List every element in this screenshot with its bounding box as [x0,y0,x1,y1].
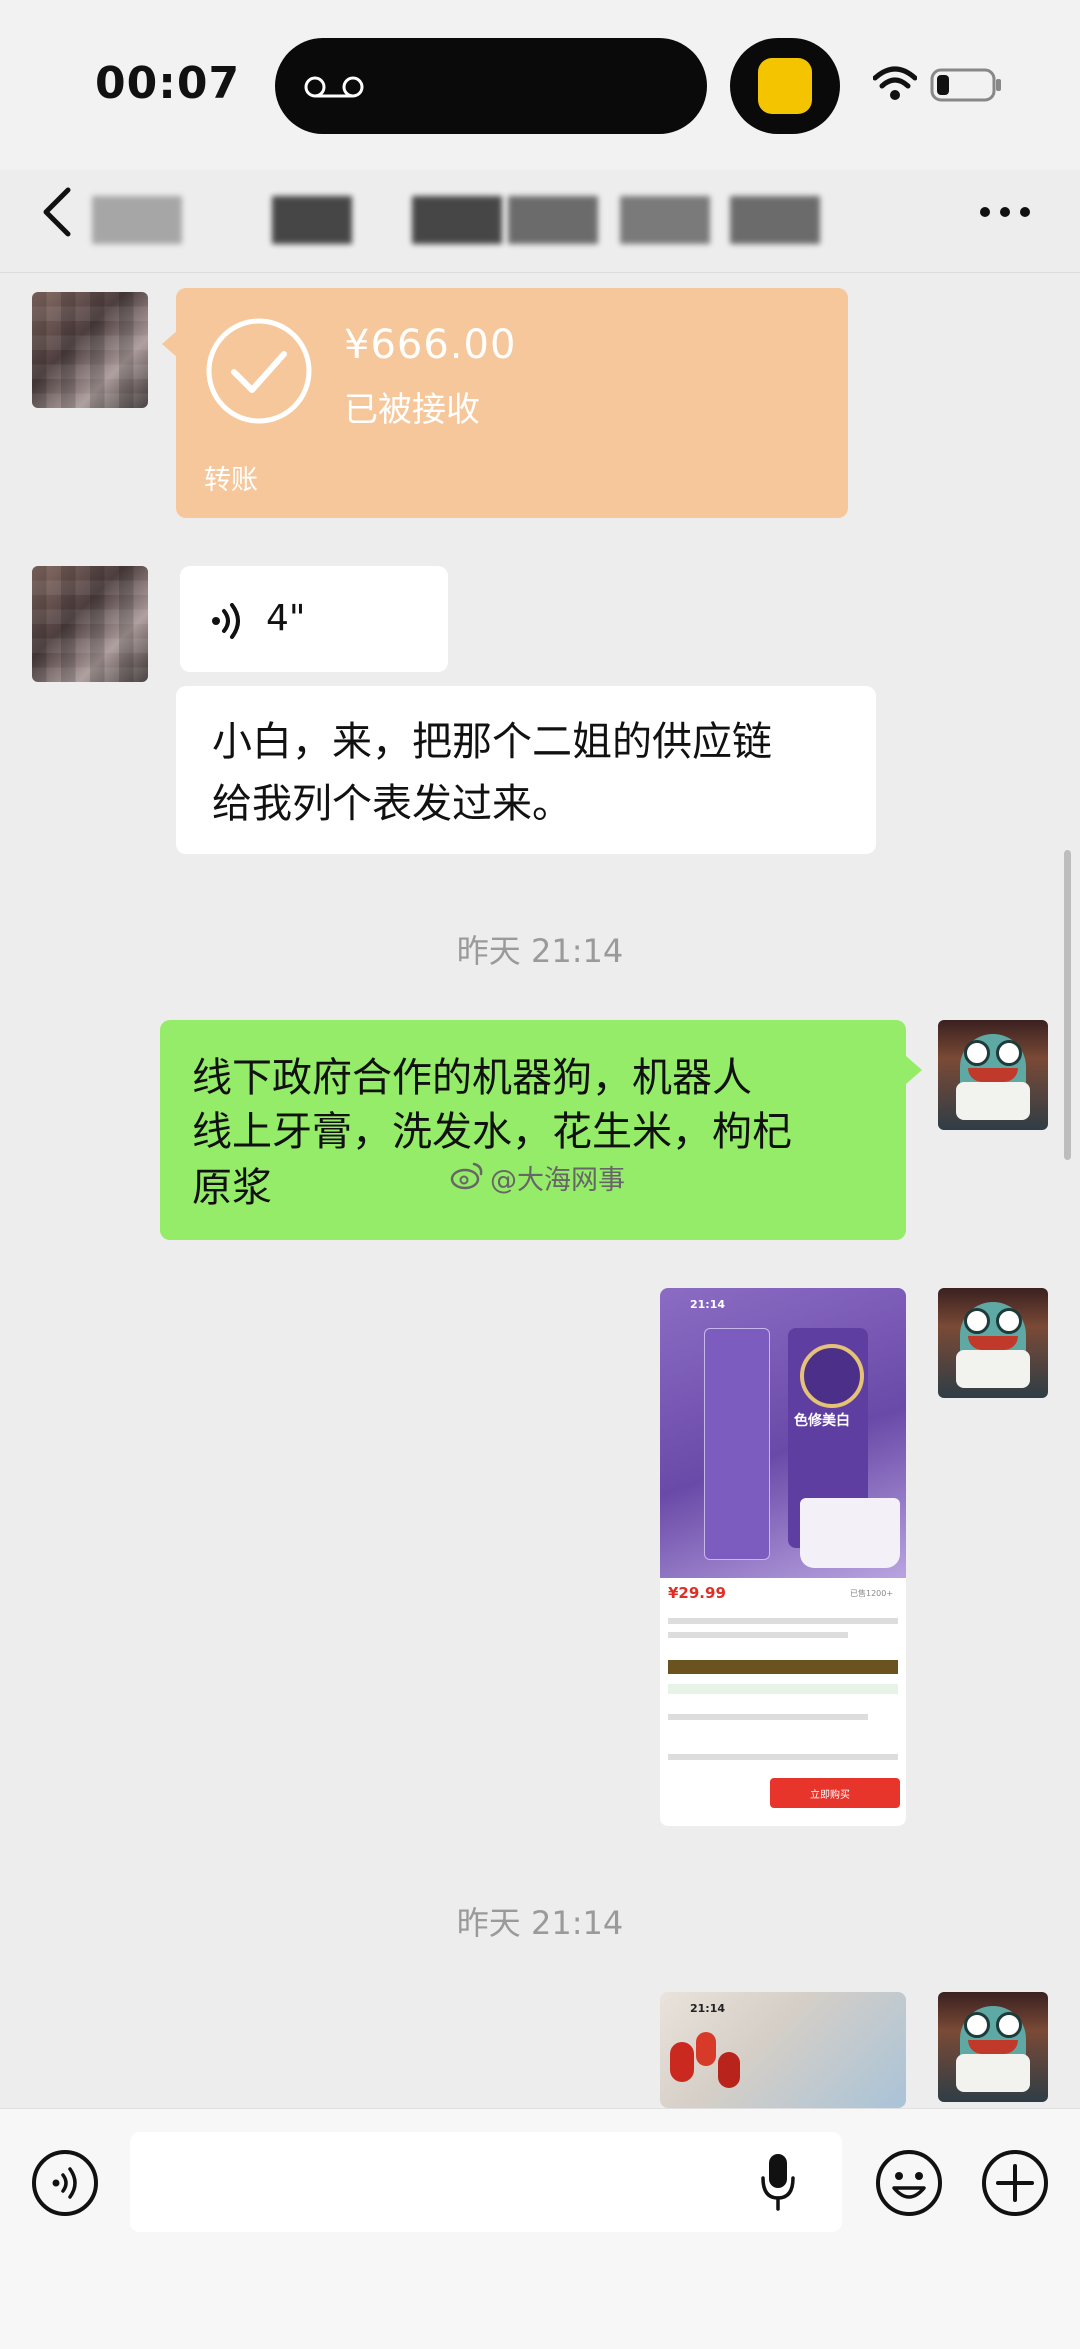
chat-title-redacted [508,196,598,244]
message-timestamp: 昨天 21:14 [456,932,624,970]
chat-title-redacted [92,196,182,244]
outgoing-text-line: 线上牙膏，洗发水，花生米，枸杞 [192,1109,792,1155]
chat-title-redacted [620,196,710,244]
product-screenshot-image[interactable]: 21:14 色修美白 ¥29.99 已售1200+ 立即购买 [660,1288,906,1826]
transfer-status: 已被接收 [344,390,480,430]
transfer-amount: ¥666.00 [344,322,517,368]
voicemail-icon [304,76,364,98]
outgoing-text-line: 原浆 [192,1165,272,1211]
screenshot-buy-button: 立即购买 [810,1790,850,1801]
chat-title-redacted [272,196,352,244]
battery-icon [930,68,1001,102]
contact-avatar[interactable] [32,566,148,682]
goji-screenshot-image[interactable]: 21:14 [660,1992,906,2108]
chat-title-redacted [412,196,502,244]
more-icon[interactable] [975,200,1035,224]
incoming-text-line: 给我列个表发过来。 [212,781,572,827]
check-circle-icon [206,318,312,424]
screenshot-time: 21:14 [690,1298,726,1311]
message-timestamp: 昨天 21:14 [456,1904,624,1942]
voice-input-toggle-icon[interactable] [30,2148,100,2218]
screenshot-price: ¥29.99 [668,1584,726,1602]
my-avatar[interactable] [938,1288,1048,1398]
voice-duration: 4" [266,598,306,639]
delivery-rider-icon [758,58,812,114]
screenshot-sold: 已售1200+ [850,1589,894,1598]
screenshot-time: 21:14 [690,2002,726,2015]
transfer-label: 转账 [204,465,258,496]
back-icon[interactable] [40,186,74,238]
wifi-icon [873,66,917,100]
mic-icon[interactable] [760,2152,796,2212]
weibo-icon [450,1162,483,1190]
voice-icon [212,603,240,639]
plus-icon[interactable] [980,2148,1050,2218]
my-avatar[interactable] [938,1020,1048,1130]
chat-title-redacted [730,196,820,244]
emoji-icon[interactable] [874,2148,944,2218]
scrollbar[interactable] [1064,850,1071,1160]
watermark: @大海网事 [490,1165,625,1196]
message-input[interactable] [130,2132,842,2232]
screenshot-product-name: 色修美白 [794,1413,850,1429]
bubble-tail [906,1056,922,1084]
my-avatar[interactable] [938,1992,1048,2102]
contact-avatar[interactable] [32,292,148,408]
incoming-text-line: 小白，来，把那个二姐的供应链 [212,719,772,765]
status-time: 00:07 [95,58,241,109]
